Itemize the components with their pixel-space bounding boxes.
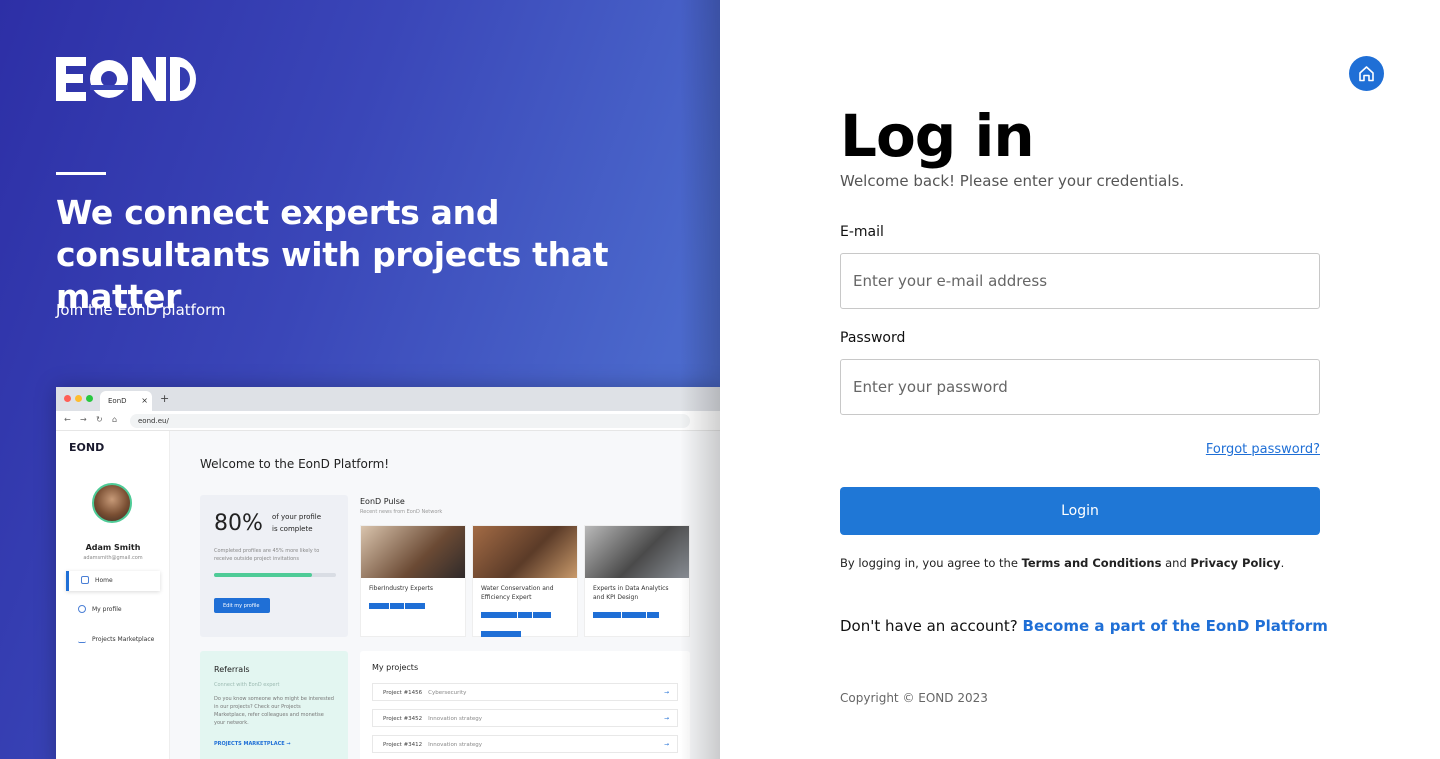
project-id: Project #3452	[383, 716, 423, 722]
password-field[interactable]	[840, 359, 1320, 415]
login-button[interactable]: Login	[840, 487, 1320, 535]
profile-completion-card: 80% of your profile is complete Complete…	[200, 495, 348, 637]
pulse-title: EonD Pulse	[360, 497, 405, 506]
pulse-image	[473, 526, 577, 578]
signup-prefix: Don't have an account?	[840, 617, 1023, 635]
mock-user-name: Adam Smith	[85, 543, 141, 552]
projects-title: My projects	[372, 663, 419, 672]
home-button[interactable]	[1349, 56, 1384, 91]
terms-text: By logging in, you agree to the Terms an…	[840, 556, 1284, 570]
referrals-link: PROJECTS MARKETPLACE →	[214, 741, 291, 747]
terms-prefix: By logging in, you agree to the	[840, 556, 1022, 570]
mock-sidebar: EOND Adam Smith adamsmith@gmail.com Home…	[56, 431, 170, 759]
user-icon	[78, 605, 86, 613]
browser-url: eond.eu/	[130, 414, 690, 428]
email-field[interactable]	[840, 253, 1320, 309]
project-id: Project #1456	[383, 690, 423, 696]
new-tab-icon: +	[160, 392, 170, 405]
project-topic: Cybersecurity	[428, 690, 467, 696]
mock-sidebar-item-profile: My profile	[66, 600, 160, 620]
referrals-title: Referrals	[214, 665, 250, 674]
profile-caption-line2: is complete	[272, 525, 313, 533]
mock-sidebar-label: Home	[95, 577, 113, 584]
home-small-icon: ⌂	[112, 415, 118, 424]
profile-progress-fill	[214, 573, 312, 577]
profile-percent: 80%	[214, 511, 263, 536]
project-row: Project #3412 Innovation strategy →	[372, 735, 678, 753]
signup-prompt: Don't have an account? Become a part of …	[840, 617, 1328, 635]
copyright: Copyright © EOND 2023	[840, 691, 988, 705]
terms-link[interactable]: Terms and Conditions	[1022, 556, 1162, 570]
pulse-tags	[361, 593, 465, 618]
project-topic: Innovation strategy	[428, 716, 482, 722]
pulse-tags	[473, 602, 577, 646]
mock-welcome: Welcome to the EonD Platform!	[200, 457, 390, 471]
browser-tab: EonD ×	[100, 391, 152, 411]
projects-card: My projects Project #1456 Cybersecurity →…	[360, 651, 690, 759]
arrow-right-icon: →	[663, 741, 669, 748]
forgot-password-link[interactable]: Forgot password?	[1204, 442, 1320, 457]
project-topic: Innovation strategy	[428, 742, 482, 748]
mock-sidebar-label: Projects Marketplace	[92, 636, 155, 643]
page-title: Log in	[840, 102, 1035, 170]
pulse-image	[585, 526, 689, 578]
avatar	[92, 483, 132, 523]
browser-tabbar: EonD × +	[56, 387, 720, 411]
tab-close-icon: ×	[141, 396, 148, 405]
terms-and: and	[1161, 556, 1191, 570]
project-id: Project #3412	[383, 742, 423, 748]
browser-urlbar: ← → ↻ ⌂ eond.eu/	[56, 411, 720, 431]
pulse-card: Water Conservation and Efficiency Expert	[472, 525, 578, 637]
arrow-right-icon: →	[663, 689, 669, 696]
referrals-description: Do you know someone who might be interes…	[214, 696, 334, 726]
profile-caption: of your profile is complete	[272, 511, 321, 535]
project-row: Project #1456 Cybersecurity →	[372, 683, 678, 701]
reload-icon: ↻	[96, 415, 103, 424]
pulse-card: FiberIndustry Experts	[360, 525, 466, 637]
close-dot	[64, 395, 71, 402]
panel-shadow	[680, 0, 720, 759]
project-row: Project #3452 Innovation strategy →	[372, 709, 678, 727]
pulse-card-title: Experts in Data Analytics and KPI Design	[593, 585, 669, 601]
hero-headline: We connect experts and consultants with …	[56, 193, 609, 316]
mock-logo: EOND	[69, 441, 105, 454]
pulse-subtitle: Recent news from EonD Network	[360, 509, 443, 515]
hero-subtext: Join the EonD platform	[56, 301, 226, 319]
password-label: Password	[840, 330, 906, 346]
home-icon	[1359, 66, 1374, 82]
cart-icon	[78, 635, 86, 643]
grid-icon	[81, 576, 89, 584]
pulse-card-title: Water Conservation and Efficiency Expert	[481, 585, 554, 601]
pulse-tags	[585, 602, 689, 627]
eond-logo	[56, 57, 196, 101]
privacy-link[interactable]: Privacy Policy	[1190, 556, 1280, 570]
welcome-text: Welcome back! Please enter your credenti…	[840, 172, 1185, 190]
pulse-image	[361, 526, 465, 578]
hero-panel: We connect experts and consultants with …	[0, 0, 720, 759]
profile-progress	[214, 573, 336, 577]
email-label: E-mail	[840, 224, 884, 240]
mock-sidebar-label: My profile	[92, 606, 122, 613]
back-icon: ←	[64, 415, 71, 424]
forward-icon: →	[80, 415, 87, 424]
mock-main: Welcome to the EonD Platform! 80% of you…	[170, 431, 720, 759]
platform-screenshot: EonD × + ← → ↻ ⌂ eond.eu/ EOND Adam Smit…	[56, 387, 720, 759]
mock-sidebar-item-home: Home	[66, 571, 160, 591]
maximize-dot	[86, 395, 93, 402]
referrals-card: Referrals Connect with EonD expert Do yo…	[200, 651, 348, 759]
arrow-right-icon: →	[663, 715, 669, 722]
terms-suffix: .	[1280, 556, 1285, 570]
profile-caption-line1: of your profile	[272, 513, 322, 521]
pulse-card: Experts in Data Analytics and KPI Design	[584, 525, 690, 637]
mock-sidebar-item-marketplace: Projects Marketplace	[66, 630, 160, 650]
signup-link[interactable]: Become a part of the EonD Platform	[1023, 617, 1328, 635]
pulse-card-title: FiberIndustry Experts	[369, 585, 434, 592]
edit-profile-button: Edit my profile	[214, 598, 270, 613]
mock-user-email: adamsmith@gmail.com	[83, 555, 143, 561]
hero-divider	[56, 172, 106, 175]
profile-description: Completed profiles are 45% more likely t…	[214, 548, 320, 562]
browser-tab-title: EonD	[108, 397, 127, 405]
referrals-subtitle: Connect with EonD expert	[214, 682, 280, 688]
minimize-dot	[75, 395, 82, 402]
